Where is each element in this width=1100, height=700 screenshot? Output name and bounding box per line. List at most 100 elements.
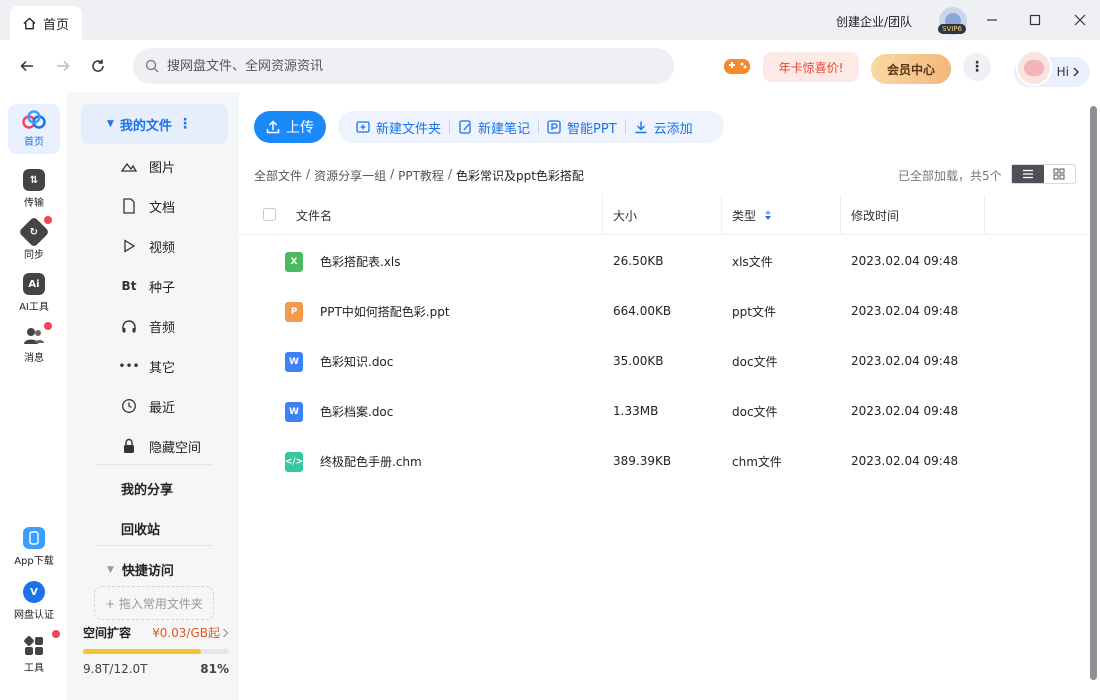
torrent-icon: Bt bbox=[121, 279, 137, 293]
maximize-icon[interactable] bbox=[1024, 9, 1046, 31]
breadcrumb-item[interactable]: 资源分享一组 bbox=[314, 167, 386, 184]
back-arrow-icon[interactable] bbox=[16, 55, 38, 77]
list-view-icon[interactable] bbox=[1012, 165, 1044, 183]
file-size: 389.39KB bbox=[613, 454, 672, 468]
sidebar-item-images[interactable]: 图片 bbox=[121, 156, 175, 176]
rail-item-message[interactable]: 消息 bbox=[8, 320, 60, 370]
column-divider[interactable] bbox=[984, 195, 985, 235]
select-all-checkbox[interactable] bbox=[263, 208, 276, 221]
scrollbar[interactable] bbox=[1088, 92, 1100, 700]
upload-button[interactable]: 上传 bbox=[254, 111, 326, 143]
chm-file-icon: </> bbox=[285, 452, 303, 472]
sidebar-item-videos[interactable]: 视频 bbox=[121, 236, 175, 256]
sidebar-item-recent[interactable]: 最近 bbox=[121, 396, 175, 416]
column-header-type[interactable]: 类型 bbox=[732, 195, 772, 235]
sidebar-item-torrents[interactable]: Bt 种子 bbox=[121, 276, 175, 296]
column-header-size[interactable]: 大小 bbox=[613, 195, 637, 235]
sidebar-item-audio[interactable]: 音频 bbox=[121, 316, 175, 336]
rail-item-home[interactable]: 首页 bbox=[8, 104, 60, 154]
rail-label: 同步 bbox=[24, 250, 44, 261]
breadcrumb-item[interactable]: 全部文件 bbox=[254, 167, 302, 184]
sidebar-item-recycle-bin[interactable]: 回收站 bbox=[121, 519, 160, 538]
storage-bar bbox=[83, 649, 229, 654]
main-panel: 上传 新建文件夹 新建笔记 智能PPT 云添加 全部文件 / 资源分享一组 / … bbox=[239, 92, 1088, 700]
refresh-icon[interactable] bbox=[87, 55, 109, 77]
table-row[interactable]: X 色彩搭配表.xls 26.50KB xls文件 2023.02.04 09:48 bbox=[239, 236, 1088, 286]
search-box[interactable] bbox=[133, 48, 674, 84]
tools-icon bbox=[24, 636, 43, 655]
home-icon bbox=[23, 16, 36, 29]
smart-ppt-button[interactable]: 智能PPT bbox=[539, 111, 625, 143]
scrollbar-thumb[interactable] bbox=[1090, 106, 1097, 680]
rail-item-tools[interactable]: 工具 bbox=[8, 630, 60, 680]
cloud-add-button[interactable]: 云添加 bbox=[626, 111, 701, 143]
minimize-icon[interactable] bbox=[981, 9, 1003, 31]
more-icon[interactable]: ⋮ bbox=[963, 53, 991, 81]
storage-expand-label: 空间扩容 bbox=[83, 626, 132, 640]
sidebar-item-hidden-space[interactable]: 隐藏空间 bbox=[121, 436, 201, 456]
file-name[interactable]: 色彩档案.doc bbox=[320, 386, 393, 436]
caret-down-icon: ▼ bbox=[107, 119, 114, 129]
column-header-name[interactable]: 文件名 bbox=[296, 195, 332, 235]
sidebar-item-label: 音频 bbox=[149, 320, 176, 336]
storage-used: 9.8T/12.0T bbox=[83, 662, 148, 676]
more-vertical-icon[interactable]: ⋮ bbox=[178, 116, 192, 132]
close-icon[interactable] bbox=[1069, 9, 1091, 31]
rail-item-transfer[interactable]: ⇅ 传输 bbox=[8, 164, 60, 214]
tab-home[interactable]: 首页 bbox=[10, 6, 82, 40]
quick-access-label: 快捷访问 bbox=[121, 564, 174, 579]
storage-price[interactable]: ¥0.03/GB起 bbox=[152, 624, 229, 641]
rail-item-sync[interactable]: ↻ 同步 bbox=[8, 216, 60, 266]
left-rail: 首页 ⇅ 传输 ↻ 同步 Ai AI工具 消息 App下载 V 网盘认证 工具 bbox=[0, 92, 68, 700]
sidebar-item-my-share[interactable]: 我的分享 bbox=[121, 479, 173, 498]
sidebar-item-documents[interactable]: 文档 bbox=[121, 196, 175, 216]
loaded-count: 已全部加载，共5个 bbox=[898, 169, 1002, 183]
storage-price-text: ¥0.03/GB起 bbox=[152, 626, 220, 640]
assistant-avatar[interactable] bbox=[1016, 50, 1052, 86]
quick-access-header[interactable]: ▼ 快捷访问 bbox=[107, 560, 174, 579]
sidebar-item-label: 其它 bbox=[149, 360, 176, 376]
storage-panel[interactable]: 空间扩容 ¥0.03/GB起 9.8T/12.0T 81% bbox=[83, 624, 229, 676]
file-name[interactable]: 色彩知识.doc bbox=[320, 336, 393, 386]
new-folder-button[interactable]: 新建文件夹 bbox=[348, 111, 449, 143]
create-org-link[interactable]: 创建企业/团队 bbox=[836, 13, 912, 30]
rail-item-ai[interactable]: Ai AI工具 bbox=[8, 268, 60, 318]
svip-badge: SVIP6 bbox=[938, 24, 966, 34]
column-divider[interactable] bbox=[602, 195, 603, 235]
vip-center-button[interactable]: 会员中心 bbox=[871, 54, 951, 84]
caret-down-icon: ▼ bbox=[107, 564, 114, 575]
column-divider[interactable] bbox=[840, 195, 841, 235]
new-note-button[interactable]: 新建笔记 bbox=[450, 111, 538, 143]
search-input[interactable] bbox=[167, 58, 647, 74]
notification-dot bbox=[44, 322, 52, 330]
column-divider[interactable] bbox=[721, 195, 722, 235]
table-header: 文件名 大小 类型 修改时间 bbox=[239, 195, 1088, 235]
verify-icon: V bbox=[23, 581, 45, 603]
rail-label: 首页 bbox=[24, 137, 44, 148]
file-type-glyph: X bbox=[290, 257, 298, 267]
column-header-modified[interactable]: 修改时间 bbox=[851, 195, 899, 235]
chevron-right-icon bbox=[1073, 67, 1079, 77]
breadcrumb-separator: / bbox=[390, 167, 395, 181]
sidebar-item-other[interactable]: ••• 其它 bbox=[118, 356, 176, 376]
file-type-glyph: W bbox=[289, 357, 299, 367]
ppt-icon bbox=[547, 120, 561, 134]
table-row[interactable]: W 色彩档案.doc 1.33MB doc文件 2023.02.04 09:48 bbox=[239, 386, 1088, 436]
sidebar-item-my-files[interactable]: ▼ 我的文件 ⋮ bbox=[81, 104, 228, 144]
forward-arrow-icon[interactable] bbox=[52, 55, 74, 77]
rail-item-app-download[interactable]: App下载 bbox=[8, 522, 60, 572]
table-row[interactable]: P PPT中如何搭配色彩.ppt 664.00KB ppt文件 2023.02.04 0… bbox=[239, 286, 1088, 336]
file-name[interactable]: 终极配色手册.chm bbox=[320, 436, 422, 486]
gamepad-icon[interactable] bbox=[722, 54, 752, 78]
rail-item-verify[interactable]: V 网盘认证 bbox=[8, 576, 60, 626]
promo-button[interactable]: 年卡惊喜价! bbox=[763, 52, 859, 82]
table-row[interactable]: W 色彩知识.doc 35.00KB doc文件 2023.02.04 09:48 bbox=[239, 336, 1088, 386]
file-type-glyph: </> bbox=[284, 457, 304, 467]
file-name[interactable]: PPT中如何搭配色彩.ppt bbox=[320, 286, 450, 336]
quick-access-drop-zone[interactable]: + 拖入常用文件夹 bbox=[94, 586, 214, 620]
file-name[interactable]: 色彩搭配表.xls bbox=[320, 236, 401, 286]
table-row[interactable]: </> 终极配色手册.chm 389.39KB chm文件 2023.02.04 09:… bbox=[239, 436, 1088, 486]
title-bar: 首页 创建企业/团队 SVIP6 bbox=[0, 0, 1100, 40]
grid-view-icon[interactable] bbox=[1044, 165, 1076, 183]
breadcrumb-item[interactable]: PPT教程 bbox=[398, 167, 444, 184]
